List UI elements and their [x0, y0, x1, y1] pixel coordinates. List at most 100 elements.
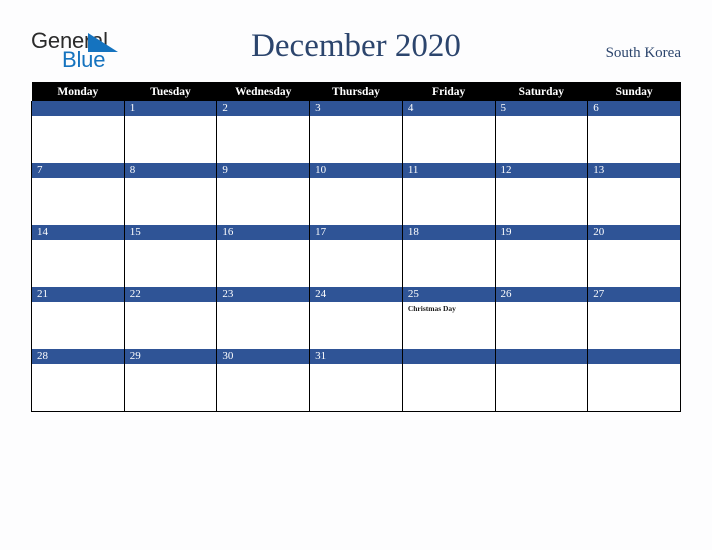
day-number: 26: [495, 287, 588, 302]
day-events: [217, 302, 309, 304]
calendar-day-cell[interactable]: 8: [123, 163, 218, 225]
calendar-week-row: 21 22 23 24 25 Christmas Day 26 27: [31, 287, 681, 349]
day-cell-inner: [495, 349, 588, 411]
day-number: 31: [310, 349, 402, 364]
calendar-day-cell[interactable]: 21: [31, 287, 125, 349]
calendar-day-cell[interactable]: 10: [309, 163, 403, 225]
calendar-day-cell[interactable]: 4: [401, 101, 496, 163]
calendar-day-cell[interactable]: 13: [587, 163, 681, 225]
day-events: [588, 364, 680, 366]
day-events: [32, 302, 124, 304]
day-number: 23: [217, 287, 310, 302]
day-number: 24: [310, 287, 402, 302]
calendar-day-cell[interactable]: [31, 101, 125, 163]
calendar-day-cell[interactable]: [494, 349, 589, 412]
calendar-day-cell[interactable]: 7: [31, 163, 125, 225]
calendar-day-cell[interactable]: 30: [216, 349, 311, 412]
day-cell-inner: [32, 101, 124, 163]
day-number: 14: [32, 225, 124, 240]
day-cell-inner: 5: [495, 101, 588, 163]
day-cell-inner: 2: [217, 101, 310, 163]
day-cell-inner: 23: [217, 287, 310, 349]
day-events: Christmas Day: [403, 302, 495, 314]
calendar-header-row: Monday Tuesday Wednesday Thursday Friday…: [31, 82, 681, 101]
day-cell-inner: 24: [310, 287, 402, 349]
day-number: 18: [402, 225, 495, 240]
day-cell-inner: 12: [495, 163, 588, 225]
day-cell-inner: [588, 349, 680, 411]
day-events: [496, 302, 588, 304]
day-events: [32, 240, 124, 242]
day-number: [588, 349, 680, 364]
calendar-day-cell[interactable]: 29: [123, 349, 218, 412]
day-events: [403, 178, 495, 180]
page-header: General Blue December 2020 South Korea: [0, 0, 712, 82]
calendar-day-cell[interactable]: 19: [494, 225, 589, 287]
calendar-day-cell[interactable]: 5: [494, 101, 589, 163]
day-events: [217, 240, 309, 242]
weekday-header-friday: Friday: [402, 82, 496, 101]
day-cell-inner: 22: [124, 287, 217, 349]
calendar-day-cell[interactable]: 1: [123, 101, 218, 163]
day-number: 30: [217, 349, 310, 364]
holiday-label: Christmas Day: [407, 304, 456, 313]
day-number: 1: [124, 101, 217, 116]
day-number: 12: [495, 163, 588, 178]
calendar-day-cell[interactable]: [401, 349, 496, 412]
day-number: 17: [310, 225, 402, 240]
day-events: [32, 364, 124, 366]
calendar-day-cell[interactable]: 28: [31, 349, 125, 412]
day-number: 19: [495, 225, 588, 240]
calendar-day-cell[interactable]: 9: [216, 163, 311, 225]
calendar-day-cell[interactable]: 11: [401, 163, 496, 225]
day-cell-inner: 11: [402, 163, 495, 225]
day-events: [125, 240, 217, 242]
calendar-day-cell[interactable]: 31: [309, 349, 403, 412]
day-cell-inner: 31: [310, 349, 402, 411]
calendar-day-cell[interactable]: 20: [587, 225, 681, 287]
day-cell-inner: 16: [217, 225, 310, 287]
day-events: [125, 302, 217, 304]
day-events: [217, 364, 309, 366]
calendar-week-row: 7 8 9 10 11 12 13: [31, 163, 681, 225]
calendar-day-cell[interactable]: 3: [309, 101, 403, 163]
calendar-grid: Monday Tuesday Wednesday Thursday Friday…: [31, 82, 681, 412]
calendar-day-cell[interactable]: 12: [494, 163, 589, 225]
day-events: [310, 116, 402, 118]
day-number: 20: [588, 225, 680, 240]
day-cell-inner: 10: [310, 163, 402, 225]
day-events: [310, 302, 402, 304]
calendar-day-cell[interactable]: 2: [216, 101, 311, 163]
calendar-day-cell[interactable]: 17: [309, 225, 403, 287]
day-events: [588, 116, 680, 118]
calendar-day-cell[interactable]: 23: [216, 287, 311, 349]
calendar-day-cell[interactable]: 25 Christmas Day: [401, 287, 496, 349]
calendar-day-cell[interactable]: 22: [123, 287, 218, 349]
day-cell-inner: 27: [588, 287, 680, 349]
day-events: [125, 116, 217, 118]
calendar-day-cell[interactable]: 24: [309, 287, 403, 349]
day-events: [125, 178, 217, 180]
day-cell-inner: 17: [310, 225, 402, 287]
day-events: [496, 178, 588, 180]
calendar-day-cell[interactable]: 18: [401, 225, 496, 287]
calendar-day-cell[interactable]: 14: [31, 225, 125, 287]
country-label: South Korea: [605, 45, 681, 61]
day-number: 11: [402, 163, 495, 178]
day-cell-inner: 14: [32, 225, 124, 287]
day-number: 16: [217, 225, 310, 240]
day-cell-inner: 30: [217, 349, 310, 411]
calendar-day-cell[interactable]: 16: [216, 225, 311, 287]
calendar-day-cell[interactable]: 6: [587, 101, 681, 163]
calendar-week-row: 14 15 16 17 18 19 20: [31, 225, 681, 287]
day-events: [496, 240, 588, 242]
day-number: 25: [402, 287, 495, 302]
calendar-day-cell[interactable]: 15: [123, 225, 218, 287]
day-events: [125, 364, 217, 366]
calendar-day-cell[interactable]: 27: [587, 287, 681, 349]
calendar-day-cell[interactable]: 26: [494, 287, 589, 349]
day-events: [32, 116, 124, 118]
calendar-day-cell[interactable]: [587, 349, 681, 412]
day-cell-inner: 28: [32, 349, 124, 411]
weekday-header-sunday: Sunday: [587, 82, 681, 101]
